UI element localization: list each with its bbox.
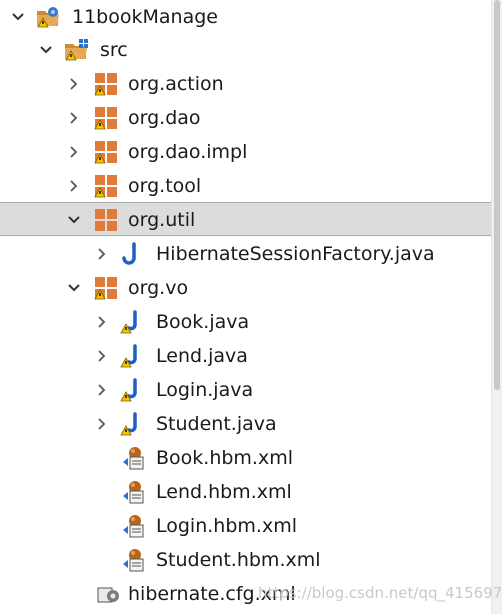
java-file-icon [120,242,144,266]
chevron-right-icon[interactable] [94,246,110,262]
tree-label-java-file: HibernateSessionFactory.java [156,243,435,265]
package-icon [94,208,118,232]
tree-row-java-file[interactable]: Student.java [0,407,492,441]
project-explorer-tree: 11bookManage src org.action org.dao org.… [0,0,492,614]
package-icon [94,72,118,96]
tree-label-project: 11bookManage [72,6,218,28]
chevron-right-icon[interactable] [66,144,82,160]
java-file-warning-icon [120,344,144,368]
package-icon [94,276,118,300]
tree-label-java-file: Student.java [156,413,277,435]
vertical-scrollbar[interactable] [491,0,502,614]
tree-row-src[interactable]: src [0,33,492,67]
hibernate-mapping-icon [122,446,146,470]
tree-row-java-file[interactable]: Lend.java [0,339,492,373]
chevron-right-icon[interactable] [94,382,110,398]
scrollbar-thumb[interactable] [494,0,500,390]
chevron-down-icon[interactable] [66,280,82,296]
chevron-right-icon[interactable] [94,416,110,432]
tree-row-hbm-xml[interactable]: Login.hbm.xml [0,509,492,543]
tree-label-hbm-xml: Login.hbm.xml [156,515,297,537]
java-file-warning-icon [120,310,144,334]
chevron-right-icon[interactable] [66,76,82,92]
tree-row-project[interactable]: 11bookManage [0,0,492,34]
tree-label-java-file: Book.java [156,311,250,333]
chevron-right-icon[interactable] [66,110,82,126]
chevron-right-icon[interactable] [94,348,110,364]
java-file-warning-icon [120,378,144,402]
tree-label-java-file: Login.java [156,379,254,401]
tree-row-package-vo[interactable]: org.vo [0,271,492,305]
tree-row-package-dao-impl[interactable]: org.dao.impl [0,135,492,169]
tree-row-hbm-xml[interactable]: Student.hbm.xml [0,543,492,577]
tree-row-hbm-xml[interactable]: Book.hbm.xml [0,441,492,475]
chevron-right-icon[interactable] [94,314,110,330]
tree-label-hbm-xml: Lend.hbm.xml [156,481,292,503]
tree-label-package: org.action [128,73,224,95]
package-icon [94,140,118,164]
tree-label-package: org.dao.impl [128,141,248,163]
tree-label-hbm-xml: Student.hbm.xml [156,549,321,571]
tree-label-package: org.tool [128,175,202,197]
package-icon [94,174,118,198]
chevron-right-icon[interactable] [66,178,82,194]
tree-label-src: src [100,39,128,61]
tree-row-package-util[interactable]: org.util [0,202,492,236]
tree-row-java-file[interactable]: Book.java [0,305,492,339]
tree-label-package: org.dao [128,107,201,129]
package-icon [94,106,118,130]
tree-row-package-action[interactable]: org.action [0,67,492,101]
project-folder-icon [36,5,60,29]
hibernate-mapping-icon [122,514,146,538]
chevron-down-icon[interactable] [66,212,82,228]
tree-row-package-dao[interactable]: org.dao [0,101,492,135]
config-xml-icon [96,582,120,606]
tree-label-java-file: Lend.java [156,345,248,367]
hibernate-mapping-icon [122,548,146,572]
tree-label-package: org.util [128,209,196,231]
chevron-down-icon[interactable] [10,9,26,25]
java-file-warning-icon [120,412,144,436]
tree-row-java-file[interactable]: Login.java [0,373,492,407]
source-folder-icon [64,38,88,62]
tree-label-hbm-xml: Book.hbm.xml [156,447,294,469]
hibernate-mapping-icon [122,480,146,504]
tree-row-java-file[interactable]: HibernateSessionFactory.java [0,237,492,271]
tree-label-package: org.vo [128,277,189,299]
tree-row-package-tool[interactable]: org.tool [0,169,492,203]
chevron-down-icon[interactable] [38,42,54,58]
watermark-text: https://blog.csdn.net/qq_41569732 [258,584,502,602]
tree-row-hbm-xml[interactable]: Lend.hbm.xml [0,475,492,509]
